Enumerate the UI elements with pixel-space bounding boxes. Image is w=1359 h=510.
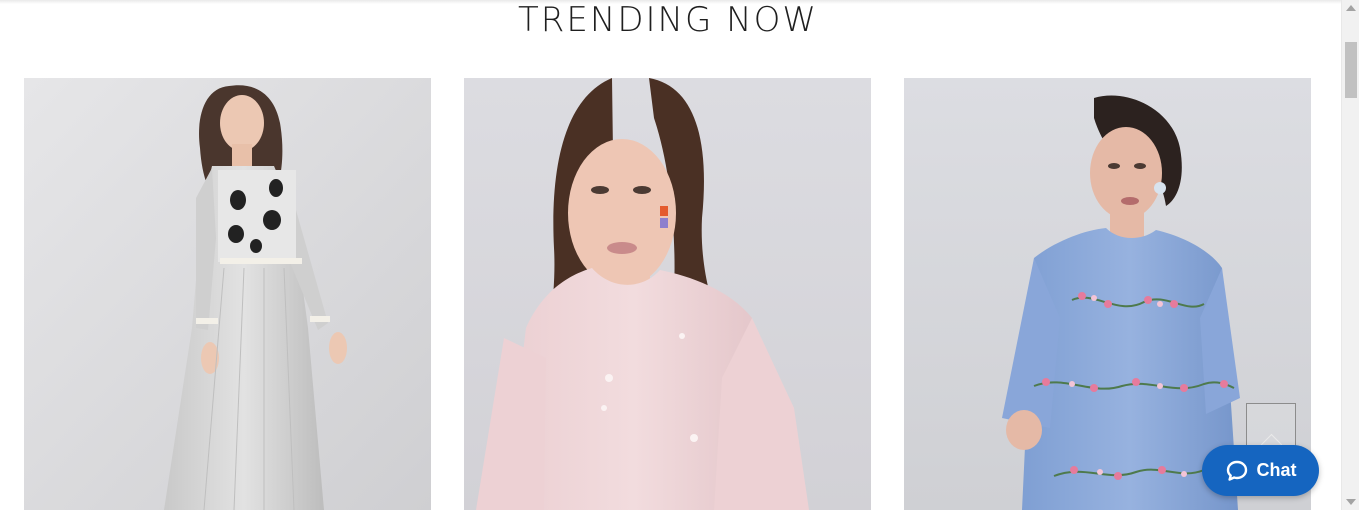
page: TRENDING NOW Chat (0, 0, 1359, 510)
chat-button[interactable]: Chat (1202, 445, 1319, 496)
scroll-thumb[interactable] (1345, 42, 1357, 98)
scroll-up-arrow-icon[interactable] (1346, 5, 1356, 11)
scroll-down-arrow-icon[interactable] (1346, 499, 1356, 505)
chat-label: Chat (1256, 460, 1297, 480)
product-image[interactable] (24, 78, 431, 510)
product-card[interactable] (24, 78, 431, 510)
chat-bubble-icon (1226, 460, 1247, 481)
section-title: TRENDING NOW (518, 0, 818, 40)
product-image[interactable] (464, 78, 871, 510)
product-card[interactable] (464, 78, 871, 510)
page-scrollbar[interactable] (1341, 0, 1359, 510)
